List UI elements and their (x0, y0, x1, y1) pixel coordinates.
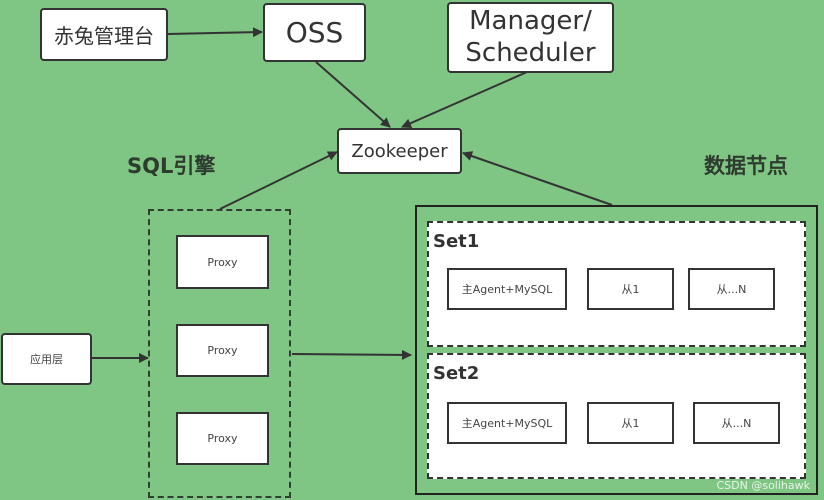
watermark: CSDN @solihawk (716, 479, 810, 492)
slave-n-node: 从...N (693, 402, 780, 444)
oss-label: OSS (285, 16, 344, 49)
manager-scheduler-node: Manager/ Scheduler (447, 2, 614, 73)
node-label: 从...N (721, 417, 752, 430)
node-label: 主Agent+MySQL (461, 417, 553, 430)
node-label: 从1 (621, 283, 640, 296)
data-nodes-label: 数据节点 (704, 154, 788, 178)
arrow-sqlengine-to-datanodes (291, 349, 412, 360)
proxy-node: Proxy (176, 324, 269, 377)
slave-n-node: 从...N (688, 268, 775, 310)
arrow-oss-to-zookeeper (315, 61, 391, 128)
set2-group: Set2 主Agent+MySQL 从1 从...N (427, 353, 806, 479)
oss-node: OSS (263, 3, 366, 62)
proxy-label: Proxy (207, 344, 238, 357)
proxy-label: Proxy (207, 255, 238, 269)
console-label: 赤兔管理台 (54, 24, 154, 48)
arrow-manager-to-zookeeper (401, 71, 528, 128)
arrow-console-to-oss (167, 27, 263, 38)
node-label: 从1 (621, 417, 640, 430)
master-agent-mysql-node: 主Agent+MySQL (447, 268, 567, 310)
manager-scheduler-label: Manager/ Scheduler (465, 6, 596, 68)
zookeeper-node: Zookeeper (337, 128, 462, 174)
set1-group: Set1 主Agent+MySQL 从1 从...N (427, 221, 806, 347)
proxy-label: Proxy (207, 432, 238, 445)
sql-engine-label: SQL引擎 (127, 154, 216, 178)
slave-1-node: 从1 (587, 402, 674, 444)
proxy-node: Proxy (176, 412, 269, 465)
arrow-sqlengine-to-zookeeper (219, 151, 338, 210)
zookeeper-label: Zookeeper (351, 140, 448, 162)
set1-title: Set1 (433, 231, 480, 252)
node-label: 从...N (716, 283, 747, 296)
console-node: 赤兔管理台 (40, 8, 168, 61)
arrow-datanodes-to-zookeeper (462, 151, 613, 206)
set2-title: Set2 (433, 363, 480, 384)
app-layer-node: 应用层 (1, 333, 92, 385)
node-label: 主Agent+MySQL (461, 283, 553, 296)
app-layer-label: 应用层 (30, 353, 63, 366)
master-agent-mysql-node: 主Agent+MySQL (447, 402, 567, 444)
proxy-node: Proxy (176, 235, 269, 289)
slave-1-node: 从1 (587, 268, 674, 310)
